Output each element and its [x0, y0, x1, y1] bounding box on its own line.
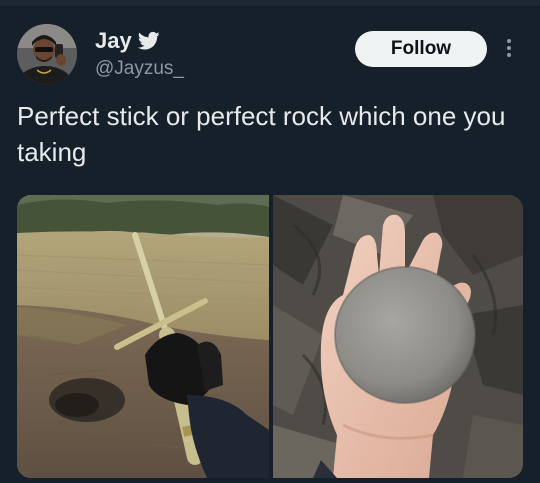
avatar[interactable] — [17, 24, 77, 84]
rock-photo-image — [273, 195, 523, 478]
media-grid — [17, 195, 523, 478]
display-name[interactable]: Jay — [95, 28, 132, 54]
avatar-image — [17, 24, 77, 84]
stick-photo[interactable] — [17, 195, 270, 478]
tweet-text: Perfect stick or perfect rock which one … — [17, 101, 506, 167]
follow-button[interactable]: Follow — [355, 31, 487, 67]
more-vertical-icon[interactable] — [502, 36, 516, 62]
author-handle[interactable]: @Jayzus_ — [95, 58, 184, 80]
tweet-card: Jay @Jayzus_ Follow Perfect stick or per… — [0, 0, 540, 483]
rock-photo[interactable] — [273, 195, 523, 478]
twitter-bird-icon — [137, 31, 160, 50]
stick-photo-image — [17, 195, 270, 478]
author-name-row: Jay — [95, 28, 160, 54]
